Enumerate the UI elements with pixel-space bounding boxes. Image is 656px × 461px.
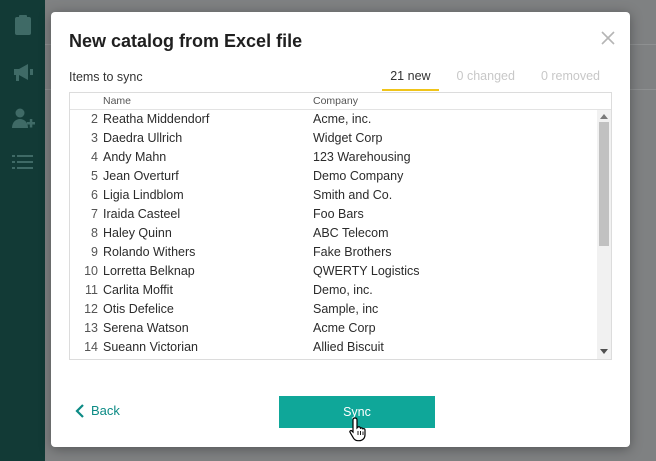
sync-dialog: New catalog from Excel file Items to syn…: [51, 12, 630, 447]
row-name: Serena Watson: [103, 321, 189, 335]
row-name: Reatha Middendorf: [103, 112, 210, 126]
tab-removed[interactable]: 0 removed: [533, 69, 608, 91]
row-company: Smith and Co.: [313, 188, 393, 202]
table-body: 2 Reatha Middendorf Acme, inc. 3 Daedra Ullr…: [70, 110, 595, 359]
add-user-icon[interactable]: [11, 106, 35, 130]
row-number: 9: [91, 245, 98, 259]
megaphone-icon[interactable]: [11, 60, 35, 84]
dialog-title: New catalog from Excel file: [69, 31, 303, 51]
table-row[interactable]: 10 Lorretta Belknap QWERTY Logistics: [70, 262, 595, 281]
scroll-down-arrow-icon[interactable]: [600, 349, 608, 354]
column-header-company: Company: [313, 95, 358, 107]
row-number: 12: [84, 302, 98, 316]
row-name: Iraida Casteel: [103, 207, 181, 221]
row-number: 14: [84, 340, 98, 354]
list-icon[interactable]: [11, 150, 35, 174]
sidebar: [0, 0, 45, 461]
row-name: Daedra Ullrich: [103, 131, 183, 145]
row-number: 3: [91, 131, 98, 145]
column-header-name: Name: [103, 95, 132, 107]
items-to-sync-label: Items to sync: [69, 70, 143, 84]
row-company: Acme Corp: [313, 321, 376, 335]
row-company: Allied Biscuit: [313, 340, 384, 354]
row-company: Fake Brothers: [313, 245, 392, 259]
table-row[interactable]: 8 Haley Quinn ABC Telecom: [70, 224, 595, 243]
table-row[interactable]: 12 Otis Defelice Sample, inc: [70, 300, 595, 319]
row-company: Widget Corp: [313, 131, 383, 145]
back-button-label: Back: [91, 403, 120, 418]
row-name: Sueann Victorian: [103, 340, 198, 354]
table-row[interactable]: 7 Iraida Casteel Foo Bars: [70, 205, 595, 224]
row-number: 13: [84, 321, 98, 335]
row-name: Carlita Moffit: [103, 283, 173, 297]
row-company: 123 Warehousing: [313, 150, 411, 164]
row-name: Ligia Lindblom: [103, 188, 184, 202]
table-row[interactable]: 6 Ligia Lindblom Smith and Co.: [70, 186, 595, 205]
tab-changed[interactable]: 0 changed: [449, 69, 523, 91]
clipboard-icon[interactable]: [11, 13, 35, 37]
table-scrollbar[interactable]: [597, 110, 611, 359]
row-number: 7: [91, 207, 98, 221]
table-row[interactable]: 5 Jean Overturf Demo Company: [70, 167, 595, 186]
table-row[interactable]: 11 Carlita Moffit Demo, inc.: [70, 281, 595, 300]
row-company: QWERTY Logistics: [313, 264, 420, 278]
row-company: Sample, inc: [313, 302, 379, 316]
table-row[interactable]: 3 Daedra Ullrich Widget Corp: [70, 129, 595, 148]
table-row[interactable]: 4 Andy Mahn 123 Warehousing: [70, 148, 595, 167]
items-table: Name Company 2 Reatha Middendorf Acme, inc…: [69, 92, 612, 360]
row-name: Haley Quinn: [103, 226, 172, 240]
row-name: Rolando Withers: [103, 245, 196, 259]
row-company: Acme, inc.: [313, 112, 372, 126]
table-row[interactable]: 14 Sueann Victorian Allied Biscuit: [70, 338, 595, 357]
scroll-up-arrow-icon[interactable]: [600, 114, 608, 119]
back-button[interactable]: Back: [75, 403, 120, 418]
row-name: Andy Mahn: [103, 150, 167, 164]
row-company: Foo Bars: [313, 207, 364, 221]
scrollbar-thumb[interactable]: [599, 122, 609, 246]
table-header: Name Company: [70, 93, 611, 110]
row-company: ABC Telecom: [313, 226, 389, 240]
row-company: Demo, inc.: [313, 283, 373, 297]
close-icon[interactable]: [600, 30, 616, 46]
chevron-left-icon: [75, 403, 85, 418]
row-name: Jean Overturf: [103, 169, 179, 183]
row-number: 2: [91, 112, 98, 126]
row-number: 5: [91, 169, 98, 183]
hand-pointer-cursor-icon: [349, 416, 369, 442]
tab-new[interactable]: 21 new: [382, 69, 439, 91]
row-company: Demo Company: [313, 169, 404, 183]
table-row[interactable]: 13 Serena Watson Acme Corp: [70, 319, 595, 338]
row-name: Lorretta Belknap: [103, 264, 195, 278]
sync-tabs: 21 new 0 changed 0 removed: [372, 69, 608, 91]
row-name: Otis Defelice: [103, 302, 174, 316]
row-number: 4: [91, 150, 98, 164]
table-row[interactable]: 2 Reatha Middendorf Acme, inc.: [70, 110, 595, 129]
row-number: 11: [85, 283, 98, 297]
row-number: 8: [91, 226, 98, 240]
row-number: 6: [91, 188, 98, 202]
table-row[interactable]: 9 Rolando Withers Fake Brothers: [70, 243, 595, 262]
row-number: 10: [84, 264, 98, 278]
